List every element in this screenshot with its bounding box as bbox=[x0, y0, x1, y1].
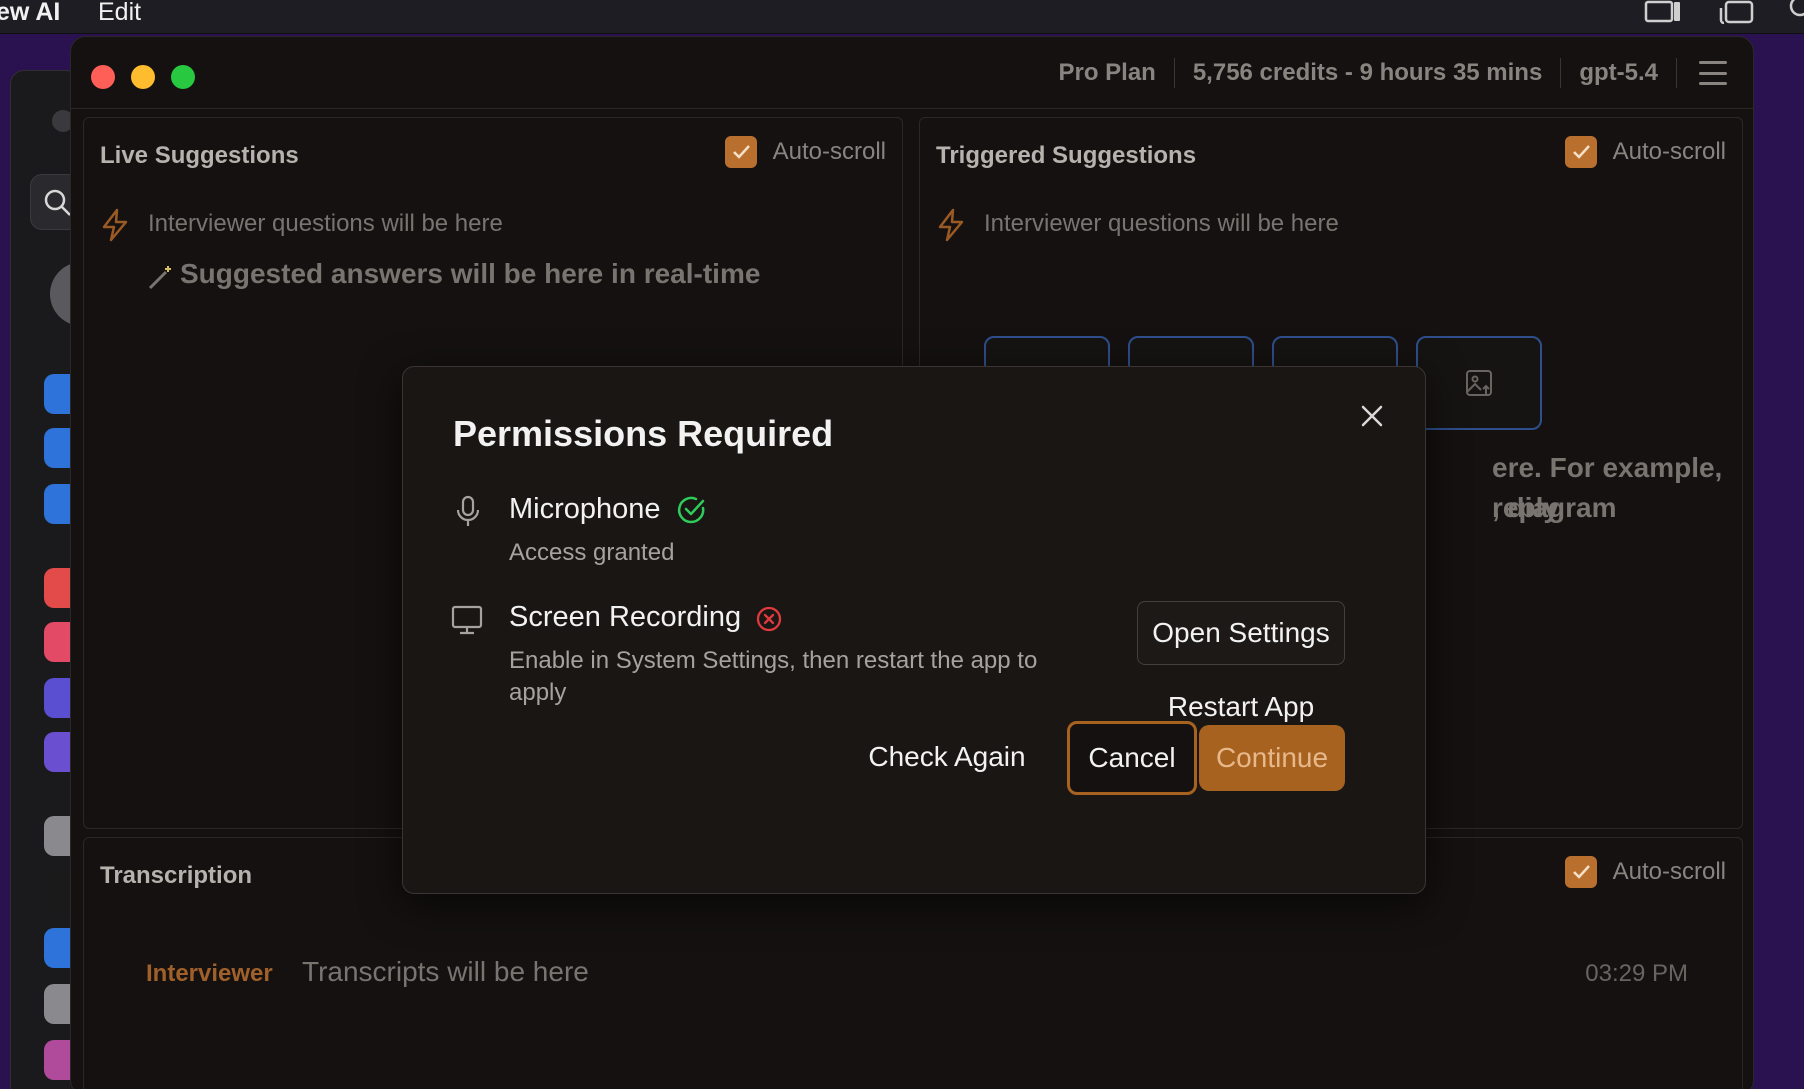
open-settings-button[interactable]: Open Settings bbox=[1137, 601, 1345, 665]
close-icon[interactable] bbox=[1357, 401, 1387, 431]
minimize-window-button[interactable] bbox=[131, 65, 155, 89]
screen-recording-desc-line1: Enable in System Settings, then restart … bbox=[509, 647, 1038, 674]
image-upload-icon bbox=[1466, 370, 1492, 396]
magic-wand-icon bbox=[148, 266, 171, 290]
panel-title: Transcription bbox=[100, 862, 253, 889]
panel-title: Live Suggestions bbox=[100, 142, 299, 169]
checkmark-icon bbox=[732, 145, 750, 159]
app-menu[interactable]: ew AI bbox=[0, 0, 60, 25]
answer-placeholder: Suggested answers will be here in real-t… bbox=[180, 258, 761, 289]
microphone-status: Access granted bbox=[509, 539, 675, 566]
monitor-icon bbox=[451, 605, 483, 635]
display-icon[interactable] bbox=[1644, 0, 1682, 24]
checkbox[interactable] bbox=[1564, 856, 1597, 888]
control-center-icon[interactable] bbox=[1788, 0, 1804, 24]
window-icon[interactable] bbox=[1718, 0, 1756, 24]
auto-scroll-label: Auto-scroll bbox=[1612, 858, 1726, 885]
model-label[interactable]: gpt-5.4 bbox=[1561, 59, 1676, 87]
transcript-placeholder: Transcripts will be here bbox=[302, 956, 589, 987]
permissions-dialog: Permissions Required Microphone Access g… bbox=[402, 366, 1426, 894]
close-window-button[interactable] bbox=[91, 65, 115, 89]
auto-scroll-toggle[interactable]: Auto-scroll bbox=[724, 136, 886, 168]
screen-recording-label: Screen Recording bbox=[509, 601, 742, 633]
credits-label: 5,756 credits - 9 hours 35 mins bbox=[1192, 59, 1543, 86]
zoom-window-button[interactable] bbox=[171, 65, 195, 89]
question-placeholder: Interviewer questions will be here bbox=[148, 210, 503, 237]
auto-scroll-label: Auto-scroll bbox=[1612, 138, 1726, 165]
checkbox[interactable] bbox=[1564, 136, 1597, 168]
checkmark-icon bbox=[1572, 865, 1590, 879]
edit-menu[interactable]: Edit bbox=[98, 0, 141, 25]
panel-title: Triggered Suggestions bbox=[936, 142, 1197, 169]
image-upload-slot[interactable] bbox=[1416, 336, 1542, 430]
cancel-button[interactable]: Cancel bbox=[1067, 721, 1197, 795]
lightning-icon bbox=[938, 208, 964, 242]
checkbox[interactable] bbox=[724, 136, 757, 168]
question-placeholder: Interviewer questions will be here bbox=[984, 210, 1339, 237]
auto-scroll-label: Auto-scroll bbox=[772, 138, 886, 165]
check-circle-icon bbox=[677, 496, 705, 524]
status-bar: Pro Plan 5,756 credits - 9 hours 35 mins… bbox=[1040, 55, 1727, 91]
transcript-timestamp: 03:29 PM bbox=[1585, 960, 1688, 987]
hamburger-menu-icon[interactable] bbox=[1699, 61, 1727, 85]
microphone-icon bbox=[456, 495, 480, 526]
lightning-icon bbox=[102, 208, 128, 242]
check-again-button[interactable]: Check Again bbox=[863, 725, 1031, 789]
auto-scroll-toggle[interactable]: Auto-scroll bbox=[1564, 136, 1726, 168]
divider bbox=[1676, 58, 1677, 88]
screen-recording-desc-line2: apply bbox=[509, 679, 567, 706]
checkmark-icon bbox=[1572, 145, 1590, 159]
triggered-hint-line2: , diagram bbox=[1492, 492, 1617, 523]
error-circle-icon bbox=[756, 606, 782, 632]
continue-button[interactable]: Continue bbox=[1199, 725, 1345, 791]
speaker-label: Interviewer bbox=[146, 960, 273, 987]
microphone-label: Microphone bbox=[509, 493, 661, 525]
menu-bar: ew AI Edit bbox=[0, 0, 1804, 34]
search-icon bbox=[44, 189, 71, 216]
plan-label: Pro Plan bbox=[1058, 59, 1156, 86]
auto-scroll-toggle[interactable]: Auto-scroll bbox=[1564, 856, 1726, 888]
dialog-title: Permissions Required bbox=[453, 413, 834, 454]
title-bar: Pro Plan 5,756 credits - 9 hours 35 mins… bbox=[71, 37, 1753, 109]
